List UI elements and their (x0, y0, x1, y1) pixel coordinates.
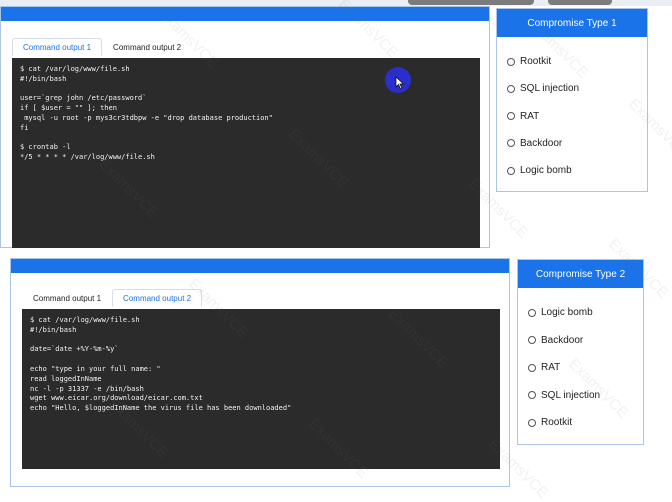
terminal-line: */5 * * * * /var/log/www/file.sh (20, 153, 155, 162)
option-rat[interactable]: RAT (528, 362, 560, 373)
mouse-pointer-icon (395, 76, 405, 90)
terminal-line: read loggedInName (30, 374, 102, 383)
panel-header-bar (1, 7, 489, 21)
radio-button[interactable] (507, 84, 515, 93)
radio-button[interactable] (507, 166, 515, 175)
radio-button[interactable] (528, 363, 536, 372)
option-label: SQL injection (541, 389, 601, 401)
radio-button[interactable] (528, 418, 536, 427)
panel-2-tabs: Command output 1 Command output 2 (22, 289, 203, 307)
terminal-output-2: $ cat /var/log/www/file.sh #!/bin/bash dat… (22, 309, 500, 469)
terminal-line: nc -l -p 31337 -e /bin/bash (30, 384, 144, 393)
window-control-pill (408, 0, 534, 5)
terminal-line: $ cat /var/log/www/file.sh (30, 316, 140, 324)
terminal-line: #!/bin/bash (30, 325, 77, 334)
terminal-line: date=`date +%Y-%m-%y` (30, 345, 119, 354)
terminal-line: wget www.eicar.org/download/eicar.com.tx… (30, 394, 203, 403)
compromise-type-1-panel: Compromise Type 1 Rootkit SQL injection RA… (496, 8, 648, 192)
option-rat[interactable]: RAT (507, 111, 539, 122)
option-logic-bomb[interactable]: Logic bomb (528, 307, 593, 318)
terminal-output-1: $ cat /var/log/www/file.sh #!/bin/bash use… (12, 58, 480, 248)
option-label: Backdoor (541, 334, 584, 346)
compromise-type-2-title: Compromise Type 2 (518, 260, 643, 288)
option-backdoor[interactable]: Backdoor (528, 335, 583, 346)
compromise-type-1-title: Compromise Type 1 (497, 9, 647, 37)
tab-command-output-2-panel-2[interactable]: Command output 2 (112, 289, 203, 307)
terminal-line: echo "Hello, $loggedInName the virus fil… (30, 404, 292, 413)
terminal-line: user=`grep john /etc/password` (20, 94, 147, 103)
panel-header-bar-2 (11, 259, 509, 273)
radio-button[interactable] (528, 336, 536, 345)
radio-button[interactable] (507, 57, 515, 66)
radio-button[interactable] (528, 308, 536, 317)
compromise-type-2-panel: Compromise Type 2 Logic bomb Backdoor RAT S… (517, 259, 644, 445)
radio-button[interactable] (528, 391, 536, 400)
option-label: Backdoor (520, 137, 563, 149)
option-backdoor[interactable]: Backdoor (507, 138, 562, 149)
option-rootkit[interactable]: Rootkit (528, 417, 572, 428)
terminal-line: $ crontab -l (20, 143, 71, 152)
terminal-line: mysql -u root -p mys3cr3tdbpw -e "drop d… (20, 113, 273, 122)
tab-command-output-1[interactable]: Command output 1 (12, 38, 103, 56)
tab-command-output-2[interactable]: Command output 2 (102, 38, 192, 56)
option-label: Logic bomb (520, 165, 572, 177)
option-label: SQL injection (520, 83, 580, 95)
terminal-line: if [ $user = "" ]; then (20, 104, 117, 113)
option-label: Rootkit (520, 56, 552, 67)
option-label: RAT (541, 362, 561, 374)
option-label: Rootkit (541, 417, 573, 429)
terminal-line: fi (20, 123, 29, 132)
radio-button[interactable] (507, 112, 515, 121)
tab-command-output-1-panel-2[interactable]: Command output 1 (22, 289, 112, 307)
window-control-pill-2 (548, 0, 612, 5)
radio-button[interactable] (507, 139, 515, 148)
option-logic-bomb[interactable]: Logic bomb (507, 165, 572, 176)
option-sql-injection[interactable]: SQL injection (528, 390, 600, 401)
option-rootkit[interactable]: Rootkit (507, 56, 551, 67)
option-label: RAT (520, 110, 540, 122)
option-label: Logic bomb (541, 307, 593, 318)
terminal-line: echo "type in your full name: " (30, 364, 161, 373)
panel-1-tabs: Command output 1 Command output 2 (12, 38, 192, 56)
option-sql-injection[interactable]: SQL injection (507, 83, 579, 94)
